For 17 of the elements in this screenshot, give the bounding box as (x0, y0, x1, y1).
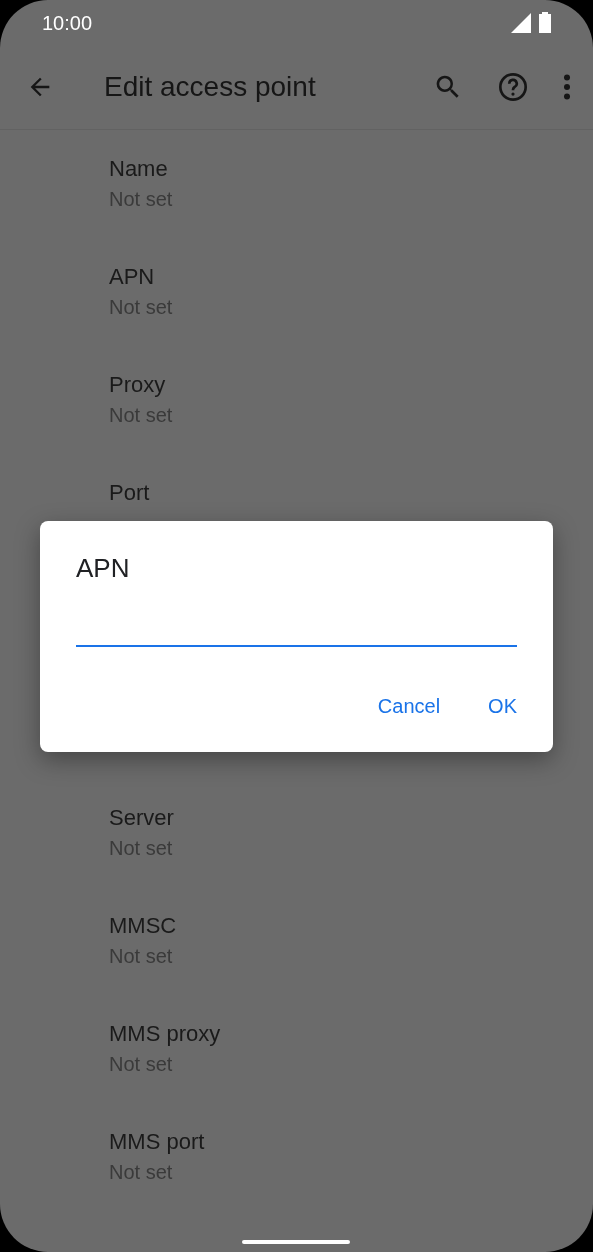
setting-title[interactable]: Server (109, 803, 593, 833)
help-icon[interactable] (497, 71, 529, 103)
screen-title: Edit access point (104, 70, 317, 104)
status-time: 10:00 (42, 10, 93, 36)
setting-title[interactable]: Proxy (109, 370, 593, 400)
setting-title[interactable]: Port (109, 478, 593, 508)
dialog-title: APN (76, 552, 131, 585)
setting-title[interactable]: APN (109, 262, 593, 292)
setting-title[interactable]: Name (109, 154, 593, 184)
setting-title[interactable]: MMS proxy (109, 1019, 593, 1049)
setting-title[interactable]: MMS port (109, 1127, 593, 1157)
more-options-icon[interactable] (563, 74, 571, 100)
dialog-button[interactable]: OK (478, 685, 527, 727)
signal-icon (511, 12, 531, 33)
battery-icon (539, 12, 551, 33)
setting-title[interactable]: MMSC (109, 911, 593, 941)
dialog-button[interactable]: Cancel (367, 685, 451, 727)
